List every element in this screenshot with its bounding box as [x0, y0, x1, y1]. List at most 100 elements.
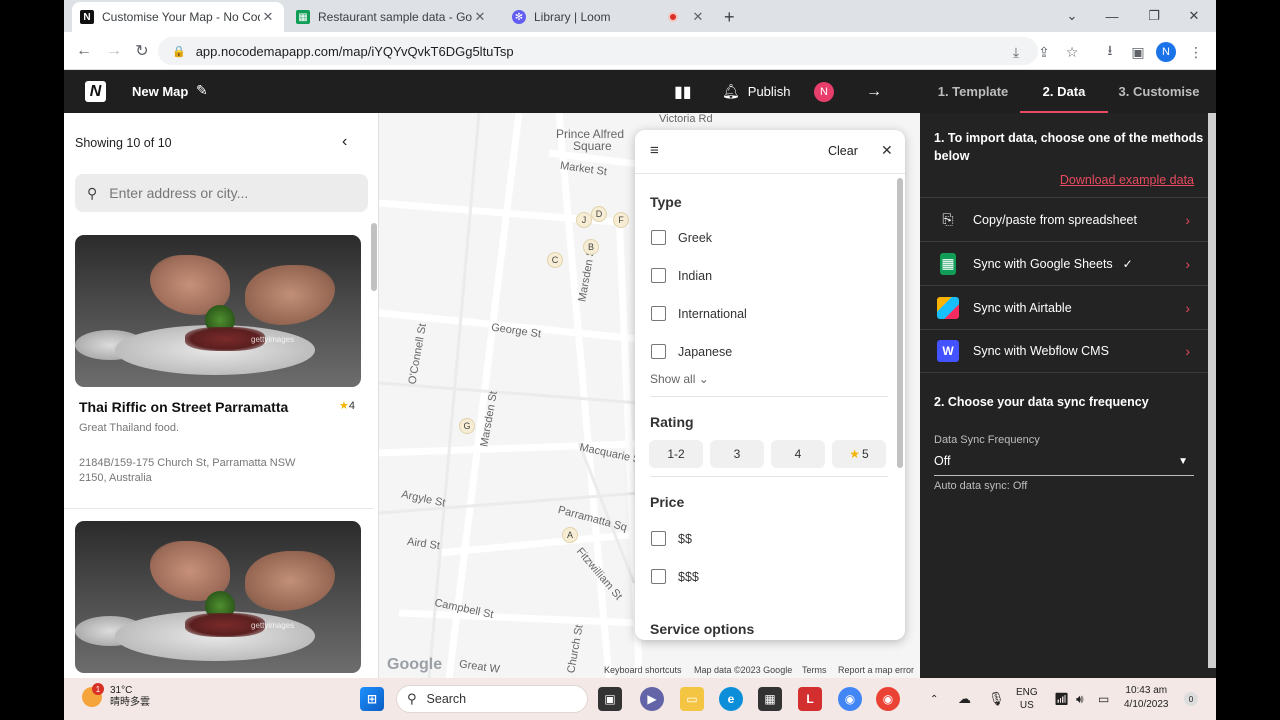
- chrome-profile-icon[interactable]: ◉: [838, 687, 862, 711]
- close-tab-icon[interactable]: ✕: [472, 9, 488, 25]
- type-checkbox[interactable]: Japanese: [651, 344, 732, 359]
- tab-loom-library[interactable]: ✻ Library | Loom ✕: [504, 2, 714, 32]
- report-map-error-link[interactable]: Report a map error: [838, 665, 914, 675]
- app-l-icon[interactable]: L: [798, 687, 822, 711]
- rating-option[interactable]: 3: [710, 440, 764, 468]
- price-checkbox[interactable]: $$: [651, 531, 692, 546]
- bookmark-star-icon[interactable]: ☆: [1062, 42, 1082, 62]
- tab-search-icon[interactable]: ⌄: [1052, 0, 1092, 32]
- close-icon[interactable]: ✕: [881, 142, 893, 159]
- price-checkbox[interactable]: $$$: [651, 569, 699, 584]
- file-explorer-icon[interactable]: ▭: [680, 687, 704, 711]
- results-scrollbar[interactable]: [371, 223, 377, 291]
- pencil-icon[interactable]: ✎: [196, 82, 208, 99]
- sync-frequency-select[interactable]: Off ▼: [934, 454, 1194, 476]
- map-pin[interactable]: J: [576, 212, 592, 228]
- copy-paste-option[interactable]: ⎘ Copy/paste from spreadsheet ›: [920, 197, 1208, 241]
- close-window-button[interactable]: ✕: [1174, 0, 1214, 32]
- collapse-panel-icon[interactable]: ‹: [342, 133, 347, 151]
- divider: [650, 396, 888, 397]
- profile-avatar[interactable]: N: [1156, 42, 1176, 62]
- nocode-logo[interactable]: N: [85, 81, 106, 102]
- type-checkbox[interactable]: Greek: [651, 230, 712, 245]
- tray-chevron-icon[interactable]: ⌃: [930, 678, 938, 720]
- map-pin[interactable]: B: [583, 239, 599, 255]
- onedrive-icon[interactable]: ☁: [958, 678, 971, 720]
- map-pin[interactable]: D: [591, 206, 607, 222]
- downloads-icon[interactable]: ⭳: [1100, 42, 1120, 62]
- rating-option[interactable]: ★ 5: [832, 440, 886, 468]
- back-button[interactable]: ←: [72, 40, 96, 62]
- list-item[interactable]: gettyimages: [75, 521, 361, 673]
- panel-scrollbar[interactable]: [1208, 113, 1216, 668]
- close-tab-icon[interactable]: ✕: [690, 9, 706, 25]
- clear-button[interactable]: Clear: [828, 144, 858, 158]
- type-checkbox[interactable]: International: [651, 306, 747, 321]
- battery-icon[interactable]: ▭: [1098, 678, 1109, 720]
- share-icon[interactable]: ⇪: [1034, 42, 1054, 62]
- rating-option[interactable]: 4: [771, 440, 825, 468]
- edge-icon[interactable]: e: [719, 687, 743, 711]
- results-panel: Showing 10 of 10 ‹ ⚲ gettyimages Thai Ri…: [64, 113, 379, 678]
- user-avatar[interactable]: N: [814, 70, 834, 113]
- rating-badge: ★4: [339, 400, 355, 412]
- search-input[interactable]: [109, 185, 350, 201]
- show-all-link[interactable]: Show all ⌄: [650, 372, 709, 386]
- data-panel: 1. To import data, choose one of the met…: [920, 113, 1216, 678]
- download-example-link[interactable]: Download example data: [1060, 173, 1194, 187]
- microphone-icon[interactable]: 🎙︎: [988, 678, 1005, 720]
- map-title[interactable]: New Map: [132, 84, 188, 99]
- terms-link[interactable]: Terms: [802, 665, 827, 675]
- rating-option[interactable]: 1-2: [649, 440, 703, 468]
- new-tab-button[interactable]: +: [724, 2, 752, 32]
- arrow-right-icon[interactable]: →: [866, 70, 882, 113]
- weather-widget[interactable]: 1 31°C 晴時多雲: [82, 683, 150, 709]
- forward-button[interactable]: →: [102, 40, 126, 62]
- task-view-icon[interactable]: ▣: [598, 687, 622, 711]
- reload-button[interactable]: ↻: [130, 40, 154, 62]
- google-sheets-option[interactable]: ▦ Sync with Google Sheets ✓ ›: [920, 241, 1208, 285]
- tab-customise[interactable]: 3. Customise: [1112, 70, 1206, 113]
- keyboard-shortcuts-link[interactable]: Keyboard shortcuts: [604, 665, 682, 675]
- filter-panel: ≡ Clear ✕ Type Greek Indian Internationa…: [635, 130, 905, 640]
- tab-customise-map[interactable]: N Customise Your Map - No Code ✕: [72, 2, 284, 32]
- windows-start-icon[interactable]: ⊞: [360, 687, 384, 711]
- volume-icon[interactable]: 🔊︎: [1076, 678, 1084, 720]
- chevron-right-icon: ›: [1185, 255, 1190, 272]
- close-tab-icon[interactable]: ✕: [260, 9, 276, 25]
- side-panel-icon[interactable]: ▣: [1128, 42, 1148, 62]
- store-icon[interactable]: ▦: [758, 687, 782, 711]
- map-pin[interactable]: A: [562, 527, 578, 543]
- filter-scrollbar[interactable]: [897, 178, 903, 468]
- taskbar-search[interactable]: ⚲ Search: [396, 685, 588, 713]
- list-item[interactable]: gettyimages Thai Riffic on Street Parram…: [75, 235, 361, 486]
- teams-chat-icon[interactable]: ▶: [640, 687, 664, 711]
- tab-template[interactable]: 1. Template: [928, 70, 1018, 113]
- analytics-icon[interactable]: ▮▮: [674, 70, 692, 113]
- map-pin[interactable]: G: [459, 418, 475, 434]
- search-box[interactable]: ⚲: [75, 174, 368, 212]
- map-pin[interactable]: F: [613, 212, 629, 228]
- webflow-option[interactable]: W Sync with Webflow CMS ›: [920, 329, 1208, 373]
- system-clock[interactable]: 10:43 am 4/10/2023: [1124, 684, 1169, 712]
- restore-button[interactable]: ❐: [1134, 0, 1174, 32]
- tab-restaurant-data[interactable]: ▦ Restaurant sample data - Googl ✕: [288, 2, 496, 32]
- notification-center[interactable]: 0: [1184, 678, 1198, 720]
- chrome-icon[interactable]: ◉: [876, 687, 900, 711]
- wifi-icon[interactable]: 📶︎: [1054, 678, 1069, 720]
- tab-data[interactable]: 2. Data: [1020, 70, 1108, 113]
- taskbar: 1 31°C 晴時多雲 ⊞ ⚲ Search ▣ ▶ ▭ e ▦ L ◉ ◉ ⌃…: [64, 678, 1216, 720]
- search-icon: ⚲: [407, 691, 417, 706]
- map-pin[interactable]: C: [547, 252, 563, 268]
- dropdown-arrow-icon: ▼: [1178, 456, 1188, 467]
- lock-icon: 🔒: [172, 45, 186, 58]
- airtable-option[interactable]: Sync with Airtable ›: [920, 285, 1208, 329]
- url-field[interactable]: 🔒 app.nocodemapapp.com/map/iYQYvQvkT6DGg…: [158, 37, 1038, 65]
- type-checkbox[interactable]: Indian: [651, 268, 712, 283]
- auto-sync-status: Auto data sync: Off: [934, 480, 1028, 492]
- install-app-icon[interactable]: ⤓: [1006, 42, 1026, 62]
- publish-button[interactable]: 🔔︎ Publish: [722, 70, 790, 113]
- minimize-button[interactable]: —: [1092, 0, 1132, 32]
- language-indicator[interactable]: ENG US: [1016, 678, 1038, 720]
- browser-menu-icon[interactable]: ⋮: [1186, 42, 1206, 62]
